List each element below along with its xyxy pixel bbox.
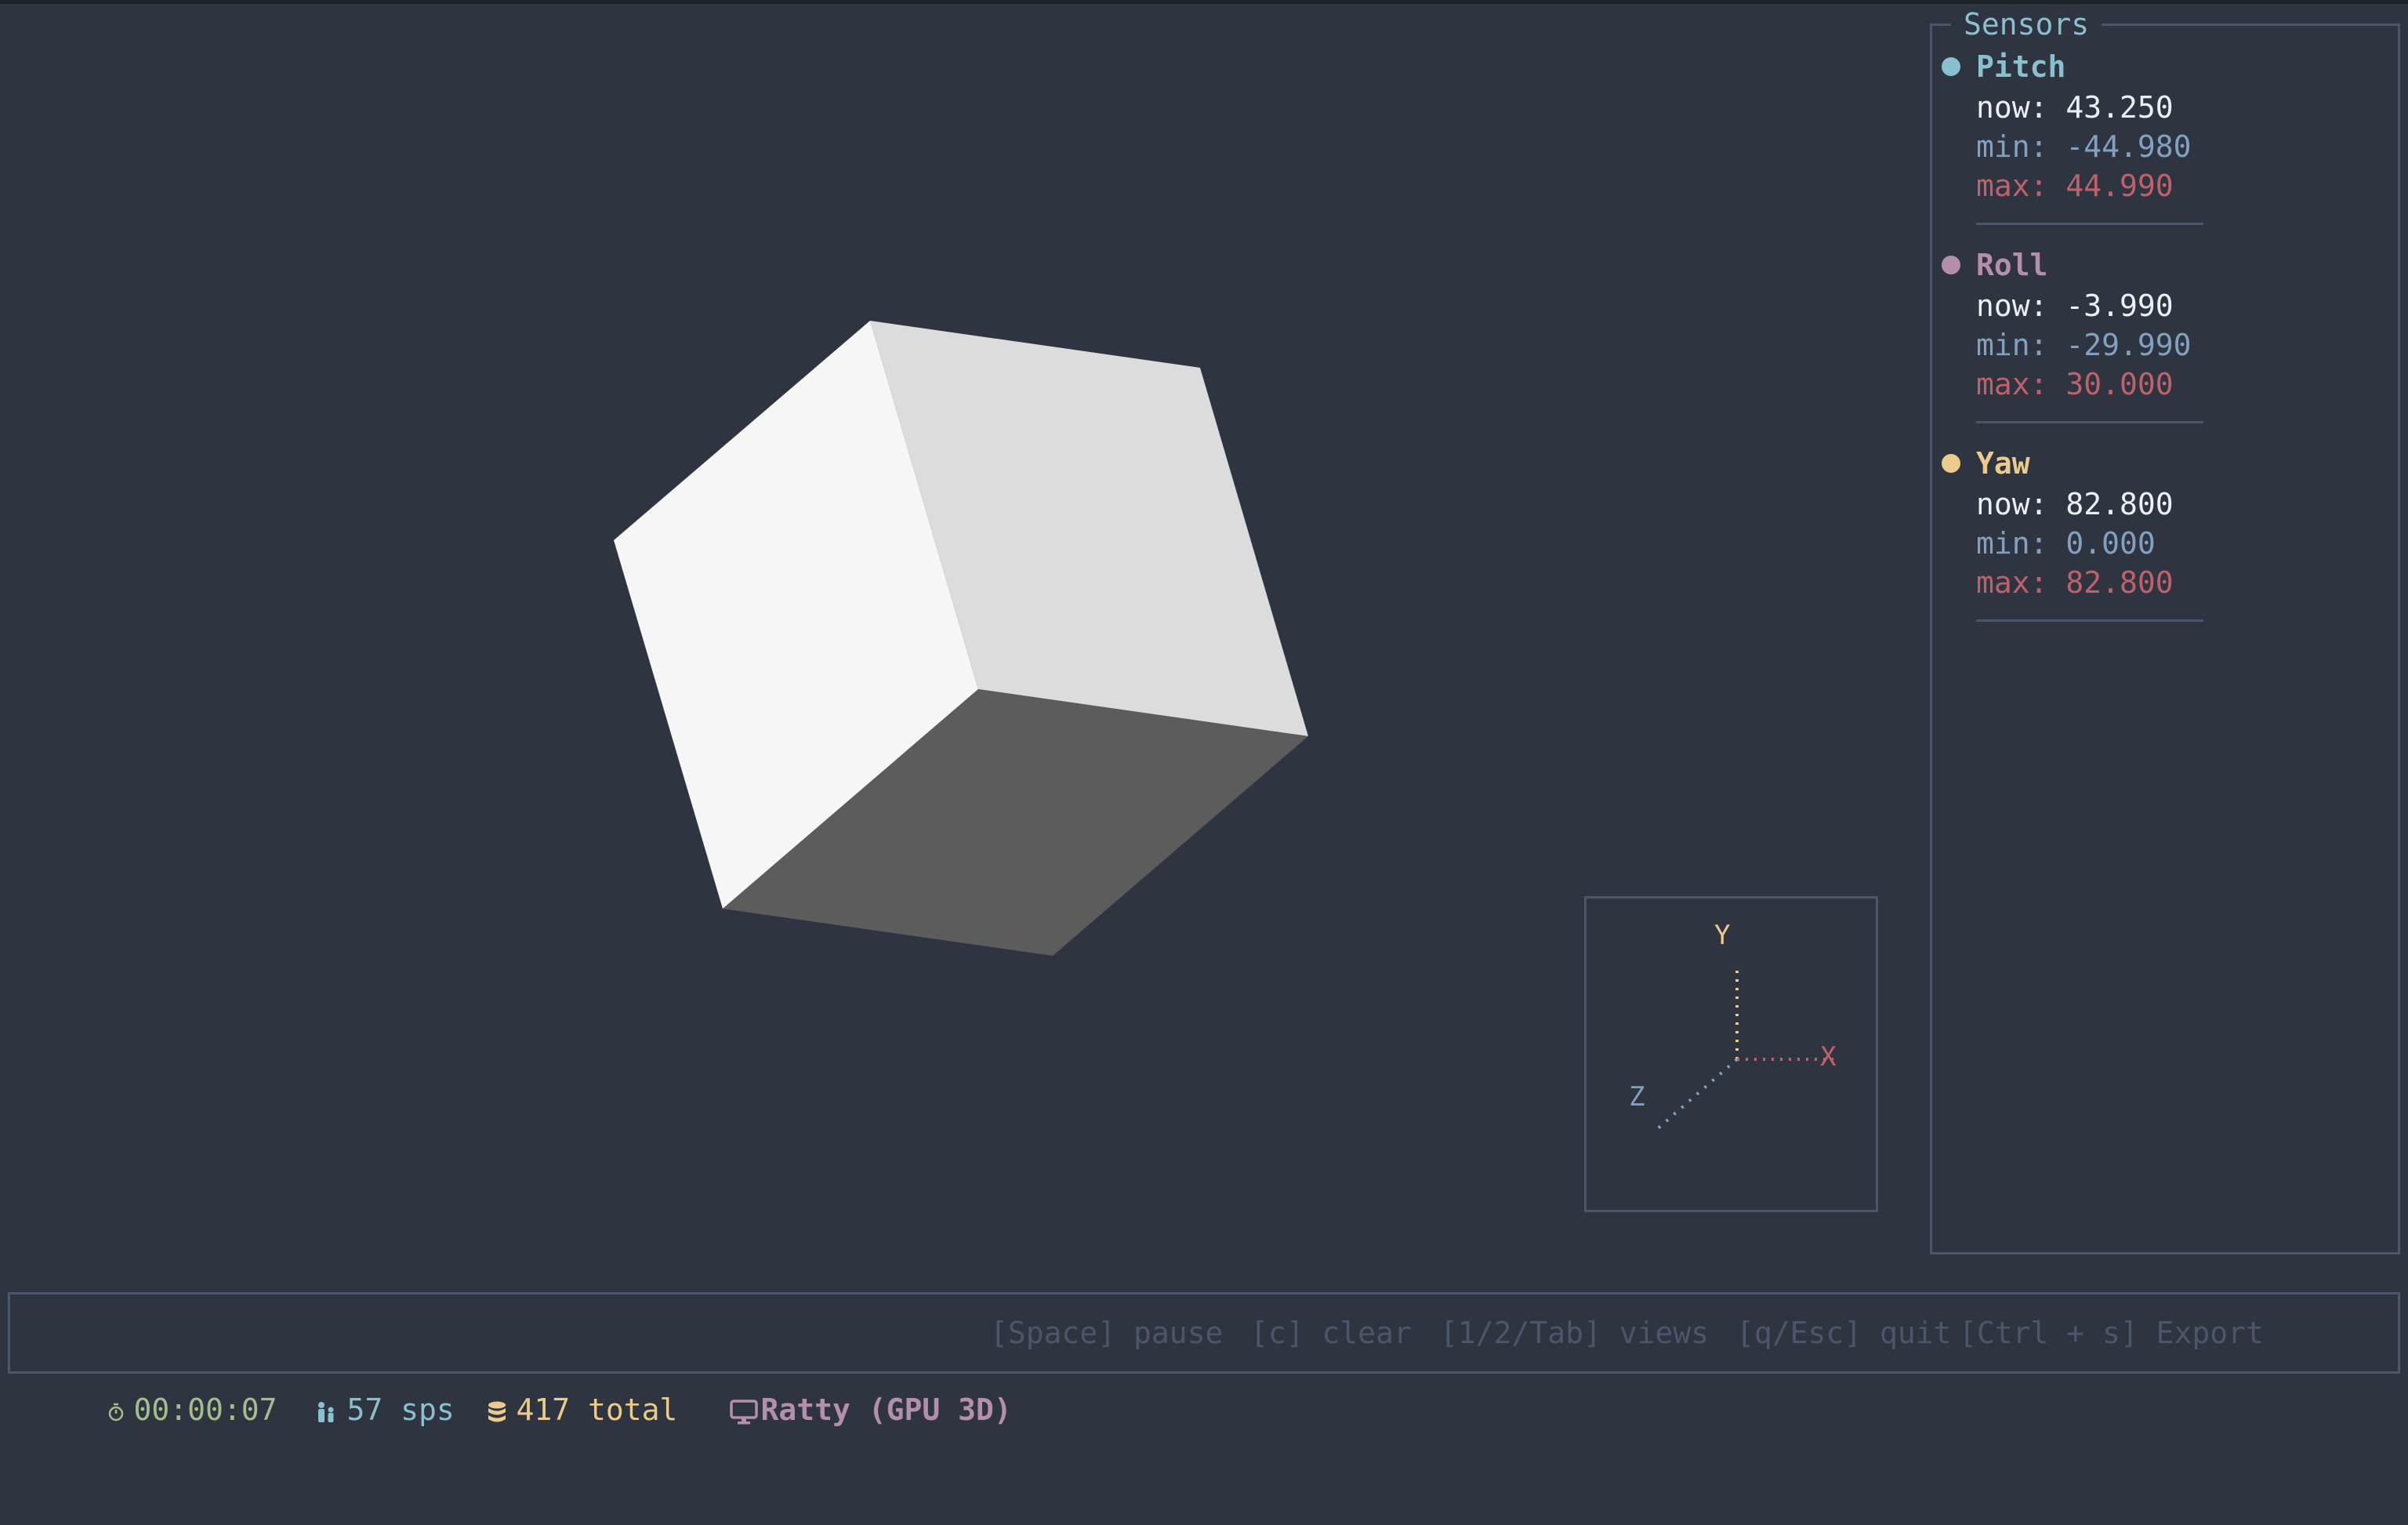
total-samples-text: 417 total	[516, 1392, 678, 1427]
help-views[interactable]: [1/2/Tab] views	[1440, 1294, 1709, 1371]
sensor-name: Roll	[1976, 248, 2048, 282]
x-axis-label: X	[1820, 1041, 1837, 1073]
axis-gizmo: Y X Z	[1584, 896, 1878, 1212]
sensor-divider	[1976, 421, 2203, 423]
people-icon	[317, 1401, 334, 1422]
sensor-max: max: 82.800	[1976, 565, 2174, 600]
roll-dot-icon	[1942, 256, 1960, 274]
elapsed-time: 00:00:07	[35, 1294, 277, 1427]
z-axis-label: Z	[1629, 1081, 1645, 1113]
sensor-now: now: 82.800	[1976, 487, 2174, 521]
y-axis-label: Y	[1714, 920, 1731, 951]
sensors-panel: Sensors Pitch now: 43.250 min: -44.980 m…	[1930, 7, 2400, 1254]
help-clear[interactable]: [c] clear	[1250, 1294, 1412, 1371]
sensor-now: now: 43.250	[1976, 90, 2174, 125]
sensor-max: max: 30.000	[1976, 367, 2174, 401]
sensor-name: Yaw	[1976, 446, 2030, 481]
stopwatch-icon	[108, 1403, 123, 1421]
sensor-now: now: -3.990	[1976, 289, 2174, 323]
yaw-dot-icon	[1942, 454, 1960, 473]
sensor-name: Pitch	[1976, 49, 2066, 84]
pitch-dot-icon	[1942, 57, 1960, 76]
view-mode[interactable]: Ratty (GPU 3D)	[658, 1294, 1012, 1427]
help-quit[interactable]: [q/Esc] quit	[1736, 1294, 1952, 1371]
sensor-divider	[1976, 619, 2203, 622]
total-samples: 417 total	[415, 1294, 677, 1427]
sensor-divider	[1976, 223, 2203, 225]
help-export[interactable]: [Ctrl + s] Export	[1959, 1294, 2264, 1371]
monitor-icon	[729, 1399, 758, 1424]
help-pause[interactable]: [Space] pause	[990, 1294, 1223, 1371]
sensor-min: min: -44.980	[1976, 129, 2192, 164]
sensors-panel-title: Sensors	[1951, 7, 2102, 42]
status-bar: 00:00:07 57 sps 417 total Ratty (GPU 3D)…	[8, 1292, 2400, 1427]
z-axis-line	[1655, 1058, 1739, 1131]
database-icon	[488, 1401, 506, 1422]
sensor-max: max: 44.990	[1976, 169, 2174, 203]
sensor-min: min: -29.990	[1976, 328, 2192, 362]
sensor-min: min: 0.000	[1976, 526, 2156, 561]
view-mode-text: Ratty (GPU 3D)	[760, 1392, 1012, 1427]
